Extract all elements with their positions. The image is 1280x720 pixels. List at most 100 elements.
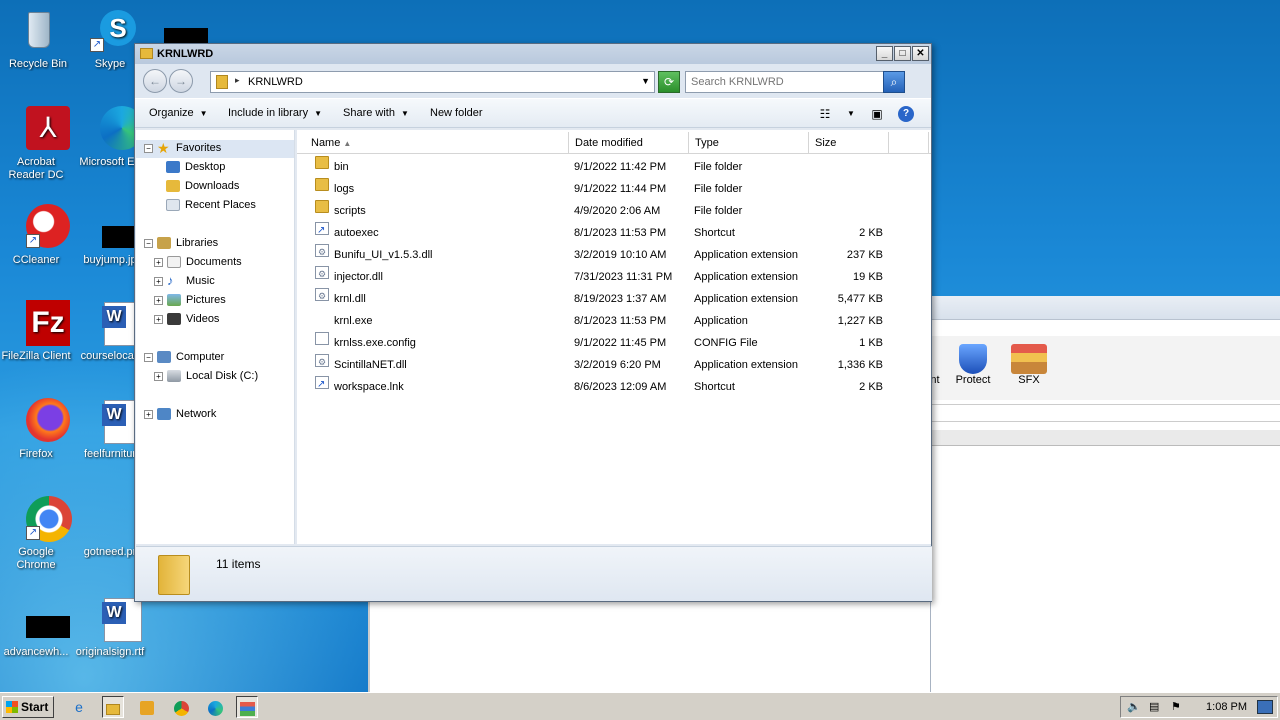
explorer-titlebar[interactable]: KRNLWRD _ □ ✕ xyxy=(135,44,931,64)
file-type: Application extension xyxy=(694,359,798,371)
taskbar: Start e 🔈 ▤ ⚑ 1:08 PM xyxy=(0,692,1280,720)
help-icon[interactable]: ? xyxy=(898,106,914,122)
dll-file-icon xyxy=(315,263,329,285)
sfx-tool-button[interactable]: SFX xyxy=(1001,344,1057,386)
desktop-icon-ccleaner[interactable]: ↗ CCleaner xyxy=(0,204,74,267)
tree-item-downloads[interactable]: Downloads xyxy=(166,180,239,193)
start-button[interactable]: Start xyxy=(2,696,54,718)
file-date-modified: 8/1/2023 11:53 PM xyxy=(574,227,667,239)
close-button[interactable]: ✕ xyxy=(912,46,929,61)
desktop-icon-recycle-bin[interactable]: Recycle Bin xyxy=(0,8,76,71)
desktop-icon-advancewh[interactable]: advancewh... xyxy=(0,596,74,659)
file-name: krnl.exe xyxy=(334,315,373,327)
ie-icon[interactable]: e xyxy=(68,696,90,718)
file-row[interactable]: krnl.exe 8/1/2023 11:53 PM Application 1,22… xyxy=(297,310,931,332)
share-with-menu[interactable]: Share with ▼ xyxy=(343,107,409,119)
flag-icon[interactable]: ⚑ xyxy=(1171,700,1181,713)
file-row[interactable]: autoexec 8/1/2023 11:53 PM Shortcut 2 KB xyxy=(297,220,931,244)
folder-icon xyxy=(315,156,329,169)
background-window-header xyxy=(931,430,1280,446)
desktop-icon-filezilla[interactable]: Fz FileZilla Client xyxy=(0,300,74,363)
organize-menu[interactable]: Organize ▼ xyxy=(149,107,208,119)
expand-icon[interactable]: + xyxy=(154,276,163,286)
search-icon[interactable]: ⌕ xyxy=(883,71,905,93)
file-row[interactable]: ScintillaNET.dll 3/2/2019 6:20 PM Applicat… xyxy=(297,351,931,376)
media-player-icon[interactable] xyxy=(136,696,158,718)
address-path[interactable]: KRNLWRD xyxy=(248,76,303,88)
minimize-button[interactable]: _ xyxy=(876,46,893,61)
expand-icon[interactable]: + xyxy=(154,295,163,305)
folder-icon xyxy=(140,48,153,59)
file-row[interactable]: krnl.dll 8/19/2023 1:37 AM Application ext… xyxy=(297,285,931,310)
address-bar[interactable]: ▸ KRNLWRD ▼ xyxy=(210,71,655,93)
desktop-icon-firefox[interactable]: Firefox xyxy=(0,398,74,461)
tree-item-local-disk[interactable]: + Local Disk (C:) xyxy=(154,370,258,383)
dll-file-icon xyxy=(315,351,329,373)
collapse-icon[interactable]: − xyxy=(144,143,153,153)
expand-icon[interactable]: + xyxy=(144,409,153,419)
file-row[interactable]: logs 9/1/2022 11:44 PM File folder xyxy=(297,178,931,200)
column-header-size[interactable]: Size xyxy=(809,132,889,154)
collapse-icon[interactable]: − xyxy=(144,238,153,248)
breadcrumb-chevron-icon: ▸ xyxy=(235,75,240,85)
column-header-date[interactable]: Date modified xyxy=(569,132,689,154)
file-row[interactable]: injector.dll 7/31/2023 11:31 PM Applicatio… xyxy=(297,263,931,288)
chevron-down-icon[interactable]: ▼ xyxy=(641,76,650,86)
expand-icon[interactable]: + xyxy=(154,371,163,381)
search-box[interactable]: ⌕ xyxy=(685,71,905,93)
clock[interactable]: 1:08 PM xyxy=(1206,701,1247,713)
refresh-button[interactable]: ⟳ xyxy=(658,71,680,93)
recycle-bin-icon xyxy=(14,8,62,56)
file-date-modified: 3/2/2019 10:10 AM xyxy=(574,249,667,261)
tree-item-network[interactable]: + Network xyxy=(144,408,216,421)
background-window-fragment xyxy=(368,600,930,692)
include-in-library-menu[interactable]: Include in library ▼ xyxy=(228,107,322,119)
protect-tool-button[interactable]: Protect xyxy=(945,344,1001,386)
desktop-icon-chrome[interactable]: ↗ Google Chrome xyxy=(0,496,74,572)
winrar-icon[interactable] xyxy=(236,696,258,718)
tree-item-music[interactable]: + ♪ Music xyxy=(154,274,215,287)
tree-item-desktop[interactable]: Desktop xyxy=(166,161,225,174)
file-row[interactable]: krnlss.exe.config 9/1/2022 11:45 PM CONFIG… xyxy=(297,332,931,354)
tree-item-documents[interactable]: + Documents xyxy=(154,256,242,269)
file-date-modified: 3/2/2019 6:20 PM xyxy=(574,359,661,371)
forward-button[interactable]: → xyxy=(169,69,193,93)
search-input[interactable] xyxy=(686,72,882,92)
show-desktop-icon[interactable] xyxy=(1257,700,1273,714)
explorer-taskbar-icon[interactable] xyxy=(102,696,124,718)
column-header-name[interactable]: Name ▲ xyxy=(305,132,569,154)
word-document-icon: W xyxy=(86,398,142,446)
tree-item-videos[interactable]: + Videos xyxy=(154,313,219,326)
back-button[interactable]: ← xyxy=(143,69,167,93)
file-row[interactable]: workspace.lnk 8/6/2023 12:09 AM Shortcut 2 … xyxy=(297,374,931,398)
item-count: 11 items xyxy=(216,557,261,571)
tree-item-favorites[interactable]: − ★ Favorites xyxy=(144,141,221,155)
navigation-pane[interactable]: − ★ Favorites Desktop Downloads Recent Pla… xyxy=(136,130,295,544)
desktop-icon-acrobat[interactable]: ⅄ Acrobat Reader DC xyxy=(0,106,74,182)
tree-item-recent-places[interactable]: Recent Places xyxy=(166,199,256,212)
file-row[interactable]: Bunifu_UI_v1.5.3.dll 3/2/2019 10:10 AM App… xyxy=(297,241,931,266)
network-tray-icon[interactable]: ▤ xyxy=(1149,700,1159,713)
expand-icon[interactable]: + xyxy=(154,257,163,267)
maximize-button[interactable]: □ xyxy=(894,46,911,61)
preview-pane-icon[interactable]: ▣ xyxy=(869,106,885,122)
tree-item-libraries[interactable]: − Libraries xyxy=(144,237,218,250)
pictures-icon xyxy=(167,294,181,307)
expand-icon[interactable]: + xyxy=(154,314,163,324)
column-header-type[interactable]: Type xyxy=(689,132,809,154)
collapse-icon[interactable]: − xyxy=(144,352,153,362)
new-folder-button[interactable]: New folder xyxy=(430,107,483,119)
folder-icon xyxy=(315,178,329,191)
explorer-window[interactable]: KRNLWRD _ □ ✕ ← → ▸ KRNLWRD ▼ ⟳ ⌕ Organi… xyxy=(134,43,932,602)
chrome-icon[interactable] xyxy=(170,696,192,718)
speaker-icon[interactable]: 🔈 xyxy=(1127,700,1141,713)
file-list[interactable]: Name ▲ Date modified Type Size bin 9/1/20… xyxy=(297,130,931,544)
file-row[interactable]: bin 9/1/2022 11:42 PM File folder xyxy=(297,156,931,178)
file-row[interactable]: scripts 4/9/2020 2:06 AM File folder xyxy=(297,200,931,222)
tree-item-computer[interactable]: − Computer xyxy=(144,351,224,364)
chevron-down-icon[interactable]: ▼ xyxy=(843,106,859,122)
edge-icon[interactable] xyxy=(204,696,226,718)
desktop-icon-originalsign[interactable]: W originalsign.rtf xyxy=(72,596,148,659)
tree-item-pictures[interactable]: + Pictures xyxy=(154,294,226,307)
view-options-icon[interactable]: ☷ xyxy=(817,106,833,122)
